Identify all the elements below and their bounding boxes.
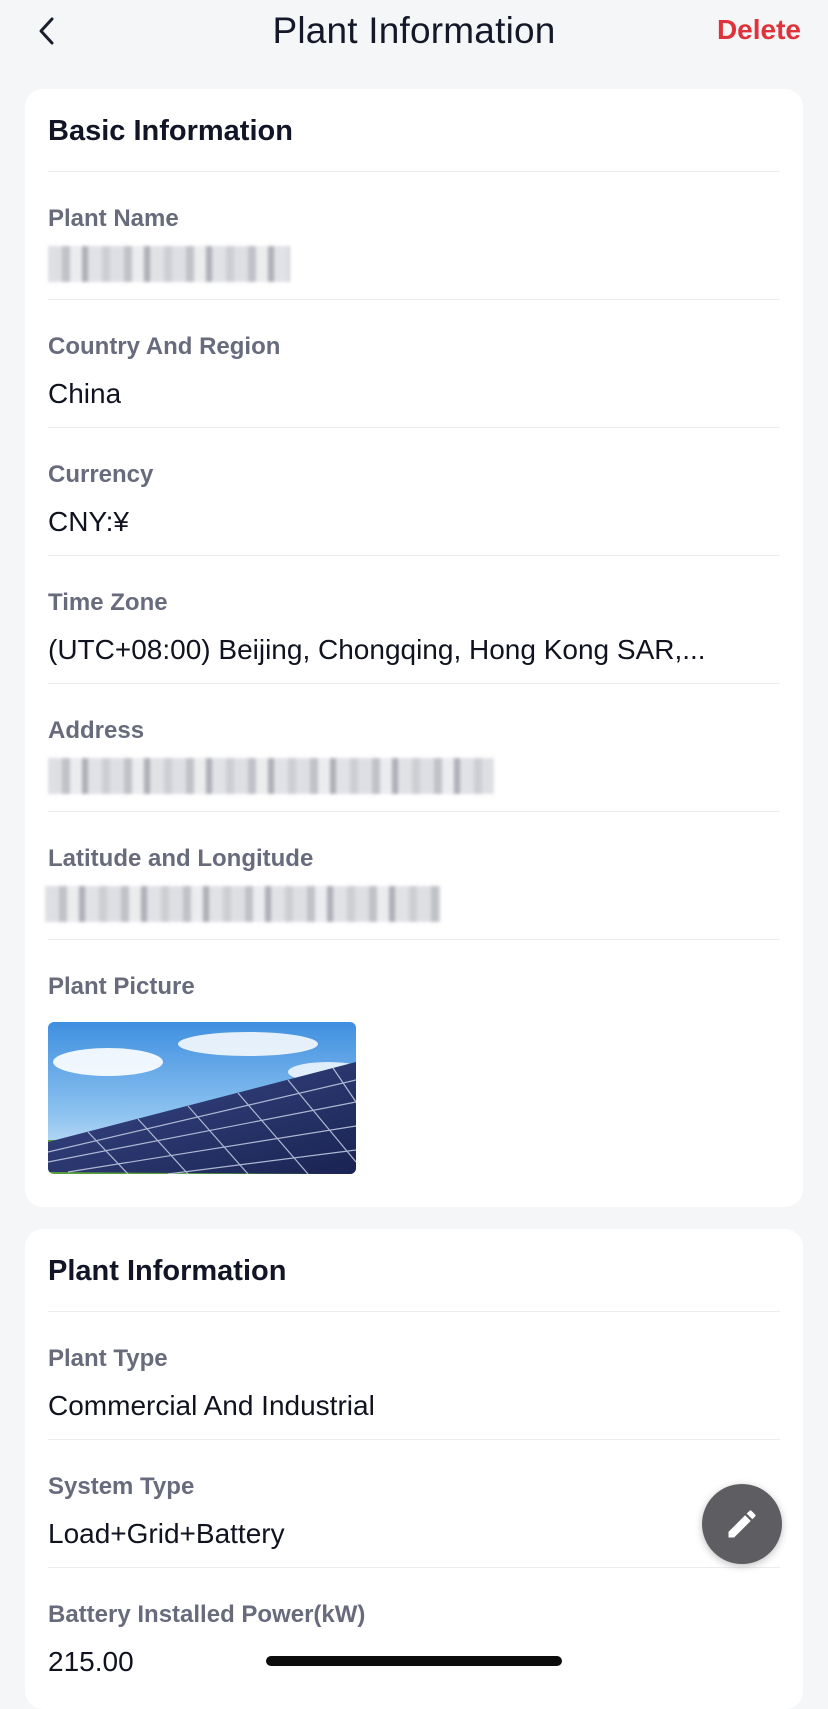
field-value: China: [48, 378, 122, 409]
top-bar: Plant Information Delete: [0, 0, 828, 66]
plant-type-field: Plant Type Commercial And Industrial: [48, 1312, 780, 1440]
basic-information-card: Basic Information Plant Name Country And…: [25, 89, 803, 1207]
field-value: (UTC+08:00) Beijing, Chongqing, Hong Kon…: [48, 634, 706, 665]
delete-button[interactable]: Delete: [717, 14, 801, 46]
latitude-longitude-field: Latitude and Longitude: [45, 812, 780, 940]
home-indicator: [266, 1656, 562, 1666]
field-value: Commercial And Industrial: [48, 1390, 375, 1421]
system-type-field: System Type Load+Grid+Battery: [48, 1440, 780, 1568]
section-title: Basic Information: [48, 114, 293, 147]
plant-information-card: Plant Information Plant Type Commercial …: [25, 1229, 803, 1709]
field-label: Latitude and Longitude: [48, 845, 314, 872]
time-zone-field: Time Zone (UTC+08:00) Beijing, Chongqing…: [48, 556, 780, 684]
edit-button[interactable]: [702, 1484, 782, 1564]
field-label: System Type: [48, 1473, 195, 1500]
pencil-icon: [728, 1510, 756, 1538]
field-label: Time Zone: [48, 589, 168, 616]
field-value: 215.00: [48, 1646, 134, 1677]
field-label: Battery Installed Power(kW): [48, 1601, 366, 1628]
basic-information-header: Basic Information: [48, 89, 780, 172]
plant-name-field: Plant Name: [48, 172, 780, 300]
address-field: Address: [48, 684, 780, 812]
currency-field: Currency CNY:¥: [48, 428, 780, 556]
plant-picture[interactable]: [48, 1022, 356, 1174]
solar-panel-image: [48, 1022, 356, 1174]
field-label: Plant Picture: [48, 973, 195, 1000]
country-region-field: Country And Region China: [48, 300, 780, 428]
field-label: Plant Type: [48, 1345, 168, 1372]
field-label: Country And Region: [48, 333, 281, 360]
plant-picture-field: Plant Picture: [48, 940, 780, 1205]
field-label: Address: [48, 717, 145, 744]
latlng-redacted-value: [45, 886, 441, 922]
section-title: Plant Information: [48, 1254, 287, 1287]
address-redacted-value: [48, 758, 494, 794]
plant-information-header: Plant Information: [48, 1229, 780, 1312]
field-label: Plant Name: [48, 205, 179, 232]
battery-installed-power-field: Battery Installed Power(kW) 215.00: [48, 1568, 780, 1696]
field-value: CNY:¥: [48, 506, 129, 537]
page-title: Plant Information: [272, 10, 556, 51]
field-value: Load+Grid+Battery: [48, 1518, 285, 1549]
plant-name-redacted-value: [48, 246, 290, 282]
field-label: Currency: [48, 461, 154, 488]
